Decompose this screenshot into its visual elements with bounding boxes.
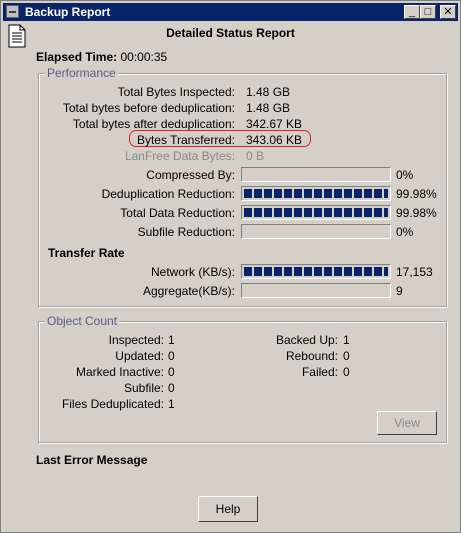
failed-value: 0 xyxy=(343,365,350,379)
total-data-reduction-label: Total Data Reduction: xyxy=(120,206,235,220)
dedup-reduction-bar xyxy=(241,186,391,201)
aggregate-rate-bar xyxy=(241,283,391,298)
dedup-reduction-value: 99.98% xyxy=(396,187,437,201)
subfile-value: 0 xyxy=(168,381,175,395)
subfile-reduction-value: 0% xyxy=(396,225,414,239)
transfer-rate-heading: Transfer Rate xyxy=(48,246,125,260)
updated-label: Updated: xyxy=(115,349,164,363)
network-rate-value: 17,153 xyxy=(396,265,433,279)
rebound-value: 0 xyxy=(343,349,350,363)
total-bytes-inspected-value: 1.48 GB xyxy=(246,85,291,99)
lanfree-data-bytes-label: LanFree Data Bytes: xyxy=(124,149,235,163)
total-bytes-inspected-label: Total Bytes Inspected: xyxy=(117,85,235,99)
network-rate-label: Network (KB/s): xyxy=(150,265,235,279)
lanfree-data-bytes-value: 0 B xyxy=(246,149,265,163)
files-deduplicated-label: Files Deduplicated: xyxy=(61,397,164,411)
title-bar[interactable]: Backup Report _ □ ✕ xyxy=(3,3,458,21)
bytes-after-dedup-value: 342.67 KB xyxy=(246,117,303,131)
compressed-by-value: 0% xyxy=(396,168,414,182)
bytes-before-dedup-value: 1.48 GB xyxy=(246,101,291,115)
updated-value: 0 xyxy=(168,349,175,363)
rebound-label: Rebound: xyxy=(285,349,338,363)
inspected-label: Inspected: xyxy=(108,333,164,347)
subfile-reduction-label: Subfile Reduction: xyxy=(137,225,235,239)
total-data-reduction-value: 99.98% xyxy=(396,206,437,220)
maximize-icon: □ xyxy=(424,6,432,18)
help-button[interactable]: Help xyxy=(198,496,258,522)
backed-up-value: 1 xyxy=(343,333,350,347)
view-button[interactable]: View xyxy=(377,411,437,435)
subfile-label: Subfile: xyxy=(123,381,164,395)
window-title: Backup Report xyxy=(25,5,111,19)
marked-inactive-label: Marked Inactive: xyxy=(75,365,164,379)
report-heading: Detailed Status Report xyxy=(166,26,295,40)
aggregate-rate-value: 9 xyxy=(396,284,403,298)
elapsed-time-value: 00:00:35 xyxy=(120,50,168,64)
backed-up-label: Backed Up: xyxy=(275,333,338,347)
bytes-transferred-value: 343.06 KB xyxy=(246,133,303,147)
close-button[interactable]: ✕ xyxy=(440,5,456,19)
network-rate-bar xyxy=(241,264,391,279)
elapsed-time: Elapsed Time: 00:00:35 xyxy=(36,50,167,64)
close-icon: ✕ xyxy=(443,6,453,18)
inspected-value: 1 xyxy=(168,333,175,347)
dedup-reduction-bar-fill xyxy=(244,189,388,198)
dedup-reduction-label: Deduplication Reduction: xyxy=(101,187,235,201)
total-data-reduction-bar xyxy=(241,205,391,220)
compressed-by-label: Compressed By: xyxy=(146,168,235,182)
maximize-button[interactable]: □ xyxy=(420,5,436,19)
minimize-button[interactable]: _ xyxy=(404,5,420,19)
performance-legend: Performance xyxy=(45,66,118,80)
compressed-by-bar xyxy=(241,167,391,182)
network-rate-bar-fill xyxy=(244,267,388,276)
elapsed-time-label: Elapsed Time: xyxy=(36,50,118,64)
bytes-transferred-label: Bytes Transferred: xyxy=(136,133,235,147)
total-data-reduction-bar-fill xyxy=(244,208,388,217)
window-menu-icon[interactable] xyxy=(6,5,19,18)
aggregate-rate-label: Aggregate(KB/s): xyxy=(142,284,235,298)
files-deduplicated-value: 1 xyxy=(168,397,175,411)
subfile-reduction-bar xyxy=(241,224,391,239)
marked-inactive-value: 0 xyxy=(168,365,175,379)
minimize-icon: _ xyxy=(408,6,416,18)
bytes-after-dedup-label: Total bytes after deduplication: xyxy=(72,117,235,131)
last-error-message-heading: Last Error Message xyxy=(36,453,148,467)
object-count-legend: Object Count xyxy=(45,314,120,328)
bytes-before-dedup-label: Total bytes before deduplication: xyxy=(62,101,235,115)
failed-label: Failed: xyxy=(301,365,338,379)
